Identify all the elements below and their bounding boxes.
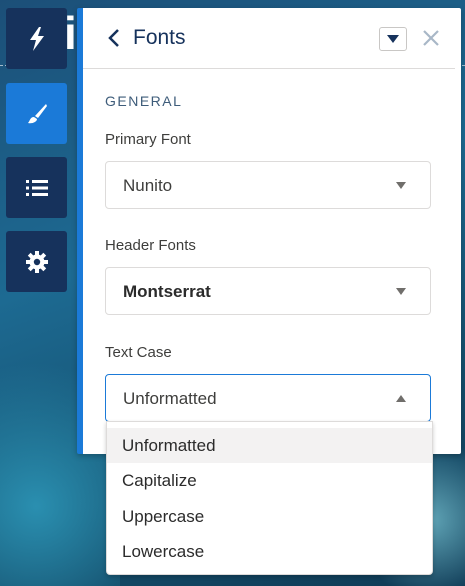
panel-menu-button[interactable]: [379, 27, 407, 51]
primary-font-select[interactable]: Nunito: [105, 161, 431, 209]
header-fonts-value: Montserrat: [123, 282, 211, 301]
chevron-down-icon: [387, 35, 399, 43]
header-fonts-label: Header Fonts: [105, 237, 196, 254]
chevron-down-icon: [396, 182, 406, 189]
option-uppercase[interactable]: Uppercase: [107, 499, 432, 534]
text-case-label: Text Case: [105, 344, 172, 361]
sidebar-item-theme[interactable]: [6, 83, 67, 144]
list-icon: [25, 179, 48, 196]
option-unformatted[interactable]: Unformatted: [107, 428, 432, 463]
chevron-up-icon: [396, 395, 406, 402]
chevron-down-icon: [396, 288, 406, 295]
panel-header: Fonts: [83, 8, 455, 69]
text-case-value: Unformatted: [123, 389, 217, 408]
sidebar-item-settings[interactable]: [6, 231, 67, 292]
text-case-select[interactable]: Unformatted: [105, 374, 431, 422]
fonts-panel: Fonts GENERAL Primary Font Nunito Header…: [77, 8, 461, 454]
text-case-dropdown: Unformatted Capitalize Uppercase Lowerca…: [106, 421, 433, 575]
close-icon[interactable]: [421, 28, 441, 48]
sidebar-item-actions[interactable]: [6, 8, 67, 69]
sidebar-item-components[interactable]: [6, 157, 67, 218]
brush-icon: [27, 103, 47, 123]
option-capitalize[interactable]: Capitalize: [107, 463, 432, 498]
gear-icon: [25, 250, 48, 273]
panel-title: Fonts: [133, 26, 186, 49]
header-fonts-select[interactable]: Montserrat: [105, 267, 431, 315]
back-chevron-icon[interactable]: [105, 28, 125, 48]
primary-font-value: Nunito: [123, 176, 173, 195]
primary-font-label: Primary Font: [105, 131, 191, 148]
option-lowercase[interactable]: Lowercase: [107, 534, 432, 569]
lightning-icon: [29, 26, 44, 51]
section-heading: GENERAL: [105, 93, 183, 109]
